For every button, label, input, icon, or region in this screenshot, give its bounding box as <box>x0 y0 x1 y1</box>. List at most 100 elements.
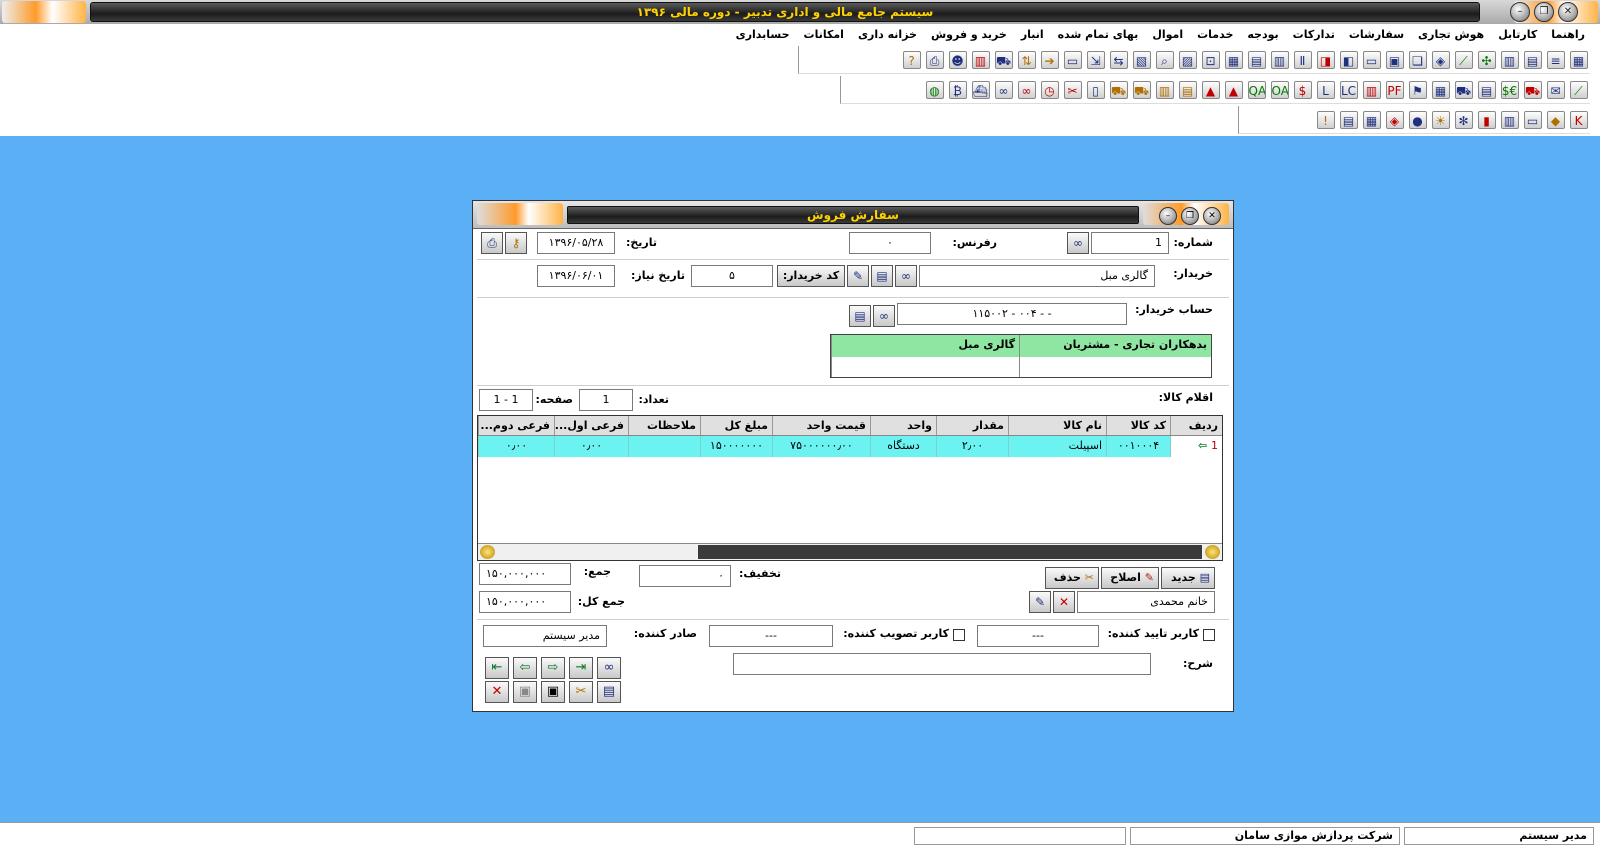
menu-services[interactable]: خدمات <box>1190 25 1240 45</box>
cancel-icon[interactable]: ✕ <box>485 681 509 703</box>
cell-quantity[interactable]: ۲٫۰۰ <box>936 436 1008 457</box>
cell-sub-first[interactable]: ۰٫۰۰ <box>554 436 628 457</box>
form-icon[interactable]: ▦ <box>1224 50 1243 69</box>
minimize-button[interactable]: – <box>1510 2 1530 22</box>
buyer-code-button[interactable]: کد خریدار: <box>777 265 845 287</box>
cell-unit[interactable]: دستگاه <box>870 436 936 457</box>
binoculars-red-icon[interactable]: ∞ <box>1017 80 1036 99</box>
number-field[interactable]: 1 <box>1091 232 1169 254</box>
count-field[interactable]: 1 <box>579 389 633 411</box>
palette-icon[interactable]: ▦ <box>1431 80 1450 99</box>
currency-icon[interactable]: ₿ <box>948 80 967 99</box>
lc-cert-icon[interactable]: L <box>1316 80 1335 99</box>
oa-icon[interactable]: OA <box>1270 80 1289 99</box>
binoculars-icon[interactable]: ∞ <box>994 80 1013 99</box>
col-item-code[interactable]: کد کالا <box>1106 416 1170 435</box>
document-icon[interactable]: ▤ <box>1523 50 1542 69</box>
calculator-small-icon[interactable]: ▦ <box>1362 110 1381 129</box>
cell-total-amount[interactable]: ۱۵۰۰۰۰۰۰۰ <box>700 436 772 457</box>
magnifier-icon[interactable]: ⌕ <box>1155 50 1174 69</box>
person-field[interactable]: خانم محمدی <box>1077 591 1215 613</box>
qa-icon[interactable]: QA <box>1247 80 1266 99</box>
approve-user-field[interactable]: --- <box>709 625 833 647</box>
discount-field[interactable]: ۰ <box>639 565 731 587</box>
col-sub-first[interactable]: فرعی اول... <box>554 416 628 435</box>
list-icon[interactable]: ≡ <box>1546 50 1565 69</box>
bar-chart-icon[interactable]: ▮ <box>1477 110 1496 129</box>
moon-icon[interactable]: ● <box>1408 110 1427 129</box>
warning-icon[interactable]: ! <box>1316 110 1335 129</box>
sheet-icon[interactable]: ▤ <box>1247 50 1266 69</box>
dollar-euro-icon[interactable]: $€ <box>1500 80 1519 99</box>
stack-red-icon[interactable]: ◨ <box>1316 50 1335 69</box>
report-icon[interactable]: ▥ <box>1500 50 1519 69</box>
sun-icon[interactable]: ☀ <box>1431 110 1450 129</box>
building-red-icon[interactable]: ▥ <box>1362 80 1381 99</box>
buyer-account-field[interactable]: - - ۰۰۴ - ۱۱۵۰۰۲ <box>897 303 1127 325</box>
menu-budget[interactable]: بودجه <box>1240 25 1285 45</box>
table-icon[interactable]: ▥ <box>1270 50 1289 69</box>
copy-icon[interactable]: ❏ <box>1408 50 1427 69</box>
total-field[interactable]: ۱۵۰,۰۰۰,۰۰۰ <box>479 591 571 613</box>
tools-icon[interactable]: ✂ <box>1063 80 1082 99</box>
menu-cost-price[interactable]: بهای تمام شده <box>1051 25 1146 45</box>
network-icon[interactable]: ✣ <box>1477 50 1496 69</box>
cube-icon[interactable]: ◈ <box>1385 110 1404 129</box>
menu-business-intelligence[interactable]: هوش تجاری <box>1411 25 1491 45</box>
cell-notes[interactable] <box>628 436 700 457</box>
next-record-icon[interactable]: ⇨ <box>541 657 565 679</box>
cell-item-name[interactable]: اسپیلت <box>1008 436 1106 457</box>
window-icon[interactable]: ▭ <box>1362 50 1381 69</box>
buyer-list-icon[interactable]: ▤ <box>871 265 893 287</box>
clock-icon[interactable]: ◷ <box>1040 80 1059 99</box>
cell-unit-price[interactable]: ۷۵۰۰۰۰۰۰٫۰۰ <box>772 436 870 457</box>
chart-up-icon[interactable]: ⟋ <box>1569 80 1588 99</box>
chart-red-icon[interactable]: ▲ <box>1224 80 1243 99</box>
col-notes[interactable]: ملاحظات <box>628 416 700 435</box>
monitor-icon[interactable]: ▭ <box>1063 50 1082 69</box>
image-icon[interactable]: ▨ <box>1178 50 1197 69</box>
people-icon[interactable]: ☻ <box>948 50 967 69</box>
delete-record-icon[interactable]: ✂ <box>569 681 593 703</box>
menu-facilities[interactable]: امکانات <box>797 25 851 45</box>
help-icon[interactable]: ? <box>902 50 921 69</box>
scroll-right-icon[interactable] <box>1205 545 1220 559</box>
menu-procurement[interactable]: تدارکات <box>1286 25 1342 45</box>
row-number-cell[interactable]: ⇦ 1 <box>1170 436 1222 457</box>
scroll-left-icon[interactable] <box>480 545 495 559</box>
account-list-icon[interactable]: ▤ <box>849 305 871 327</box>
notebook-icon[interactable]: ▥ <box>1155 80 1174 99</box>
grid-row-selected[interactable]: ⇦ 1 ۰۰۱۰۰۰۴ اسپیلت ۲٫۰۰ دستگاه ۷۵۰۰۰۰۰۰٫… <box>478 436 1222 457</box>
columns-icon[interactable]: Ⅱ <box>1293 50 1312 69</box>
menu-accounting[interactable]: حسابداری <box>729 25 797 45</box>
page-field[interactable]: 1 - 1 <box>479 389 533 411</box>
menu-warehouse[interactable]: انبار <box>1014 25 1051 45</box>
col-unit[interactable]: واحد <box>870 416 936 435</box>
dollar-icon[interactable]: $ <box>1293 80 1312 99</box>
need-date-field[interactable]: ۱۳۹۶/۰۶/۰۱ <box>537 265 615 287</box>
export-icon[interactable]: ⇲ <box>1086 50 1105 69</box>
globe-icon[interactable]: ◍ <box>925 80 944 99</box>
edit-person-icon[interactable]: ✎ <box>1029 591 1051 613</box>
notes-icon[interactable]: ▤ <box>1339 110 1358 129</box>
close-button[interactable]: ✕ <box>1558 2 1578 22</box>
key-icon[interactable]: ⚷ <box>505 232 527 254</box>
open-book-icon[interactable]: ▯ <box>1086 80 1105 99</box>
description-field[interactable] <box>733 653 1151 675</box>
sum-field[interactable]: ۱۵۰,۰۰۰,۰۰۰ <box>479 563 571 585</box>
search-binoculars-icon[interactable]: ∞ <box>1067 232 1089 254</box>
col-unit-price[interactable]: قیمت واحد <box>772 416 870 435</box>
menu-purchase-sales[interactable]: خرید و فروش <box>924 25 1014 45</box>
new-button[interactable]: ▤ جدید <box>1161 567 1215 589</box>
building-icon[interactable]: ▥ <box>971 50 990 69</box>
confirm-user-checkbox[interactable] <box>1203 629 1215 641</box>
delete-button[interactable]: ✂ حذف <box>1045 567 1099 589</box>
car-icon[interactable]: ⛟ <box>1523 80 1542 99</box>
menu-help[interactable]: راهنما <box>1544 25 1592 45</box>
grid-horizontal-scrollbar[interactable] <box>478 543 1222 560</box>
col-sub-second[interactable]: فرعی دوم... <box>478 416 554 435</box>
date-field[interactable]: ۱۳۹۶/۰۵/۲۸ <box>537 232 615 254</box>
save-icon[interactable]: ▣ <box>541 681 565 703</box>
account-search-icon[interactable]: ∞ <box>873 305 895 327</box>
buyer-code-field[interactable]: ۵ <box>691 265 773 287</box>
